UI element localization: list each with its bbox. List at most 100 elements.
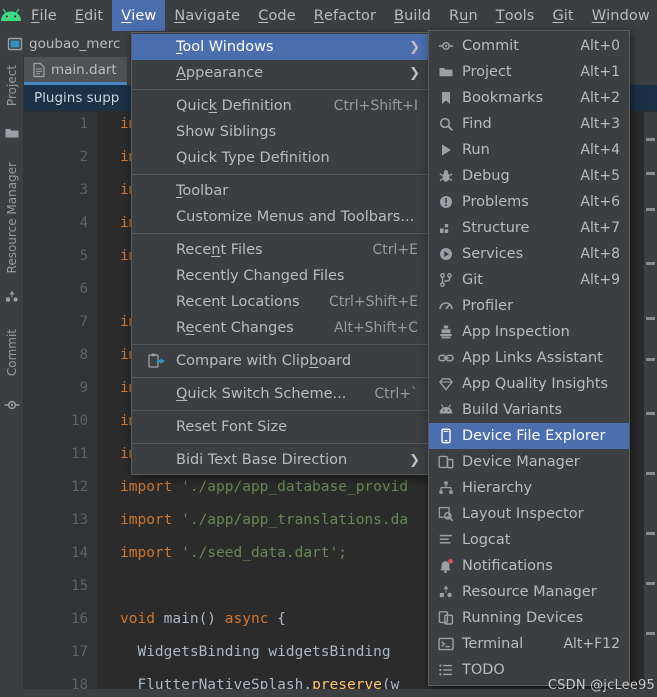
tool-window-item-notifications[interactable]: Notifications <box>429 553 629 579</box>
tool-window-item-terminal[interactable]: Terminal Alt+F12 <box>429 631 629 657</box>
tool-window-item-commit[interactable]: Commit Alt+0 <box>429 33 629 59</box>
tool-window-item-hierarchy[interactable]: Hierarchy <box>429 475 629 501</box>
view-menu-item-recent-locations[interactable]: Recent Locations Ctrl+Shift+E <box>132 289 428 315</box>
tool-window-item-project[interactable]: Project Alt+1 <box>429 59 629 85</box>
tool-window-label: Debug <box>462 168 510 184</box>
profiler-icon <box>437 298 454 314</box>
running-devices-icon <box>437 610 454 626</box>
tool-window-item-services[interactable]: Services Alt+8 <box>429 241 629 267</box>
line-number: 9 <box>79 380 88 396</box>
menu-separator <box>132 377 428 378</box>
tool-window-label: Build Variants <box>462 402 562 418</box>
view-menu-item-quick-type-definition[interactable]: Quick Type Definition <box>132 145 428 171</box>
menubar-item-git[interactable]: Git <box>543 0 582 31</box>
tool-window-shortcut: Alt+3 <box>580 116 620 132</box>
view-menu-item-recent-files[interactable]: Recent Files Ctrl+E <box>132 237 428 263</box>
menu-item-label: Recent Locations <box>176 294 300 310</box>
tool-window-shortcut: Alt+1 <box>580 64 620 80</box>
tool-window-item-debug[interactable]: Debug Alt+5 <box>429 163 629 189</box>
stripe-item-project-label[interactable]: Project <box>5 65 19 106</box>
menubar-item-file[interactable]: File <box>22 0 66 31</box>
view-menu-item-customize-menus-and-toolbars[interactable]: Customize Menus and Toolbars... <box>132 204 428 230</box>
view-menu-item-quick-definition[interactable]: Quick Definition Ctrl+Shift+I <box>132 93 428 119</box>
tool-window-label: Problems <box>462 194 529 210</box>
menu-separator <box>132 233 428 234</box>
tool-window-label: Git <box>462 272 483 288</box>
editor-gutter[interactable]: 1234567891011121314151617181920 <box>24 112 98 697</box>
menu-item-label: Customize Menus and Toolbars... <box>176 209 415 225</box>
view-menu-item-reset-font-size[interactable]: Reset Font Size <box>132 414 428 440</box>
tool-window-item-device-file-explorer[interactable]: Device File Explorer <box>429 423 629 449</box>
menubar-item-refactor[interactable]: Refactor <box>305 0 385 31</box>
tool-window-item-build-variants[interactable]: Build Variants <box>429 397 629 423</box>
menubar-item-build[interactable]: Build <box>385 0 440 31</box>
view-menu-item-tool-windows[interactable]: Tool Windows ❯ <box>132 34 428 60</box>
tool-window-item-problems[interactable]: Problems Alt+6 <box>429 189 629 215</box>
tool-window-item-profiler[interactable]: Profiler <box>429 293 629 319</box>
tool-window-label: Terminal <box>462 636 524 652</box>
commit-icon[interactable] <box>4 397 20 413</box>
menubar-item-view[interactable]: View <box>112 0 166 31</box>
menu-bar: File Edit View Navigate Code Refactor Build Ru n… <box>0 0 657 31</box>
android-icon <box>437 402 454 418</box>
view-menu-item-show-siblings[interactable]: Show Siblings <box>132 119 428 145</box>
menubar-item-code[interactable]: Code <box>249 0 305 31</box>
tool-window-item-resource-manager[interactable]: Resource Manager <box>429 579 629 605</box>
tool-window-item-app-links-assistant[interactable]: App Links Assistant <box>429 345 629 371</box>
tool-window-item-logcat[interactable]: Logcat <box>429 527 629 553</box>
app-inspection-icon <box>437 324 454 340</box>
view-menu-item-recently-changed-files[interactable]: Recently Changed Files <box>132 263 428 289</box>
line-number: 13 <box>71 512 88 528</box>
menubar-item-navigate[interactable]: Navigate <box>165 0 249 31</box>
todo-icon <box>437 662 454 678</box>
line-number: 10 <box>71 413 88 429</box>
view-menu-item-toolbar[interactable]: Toolbar <box>132 178 428 204</box>
tool-window-label: Run <box>462 142 490 158</box>
tool-window-item-structure[interactable]: Structure Alt+7 <box>429 215 629 241</box>
tool-window-item-app-inspection[interactable]: App Inspection <box>429 319 629 345</box>
line-number: 15 <box>71 578 88 594</box>
view-menu-item-bidi-text-base-direction[interactable]: Bidi Text Base Direction ❯ <box>132 447 428 473</box>
line-number: 12 <box>71 479 88 495</box>
tool-window-shortcut: Alt+5 <box>580 168 620 184</box>
menu-item-label: Reset Font Size <box>176 419 288 435</box>
editor-marker-scrollbar[interactable] <box>644 112 657 697</box>
tool-window-item-running-devices[interactable]: Running Devices <box>429 605 629 631</box>
menubar-item-window[interactable]: Window <box>583 0 657 31</box>
editor-tab-main-dart[interactable]: main.dart <box>24 57 127 85</box>
project-window-icon <box>7 36 23 52</box>
view-menu-item-quick-switch-scheme[interactable]: Quick Switch Scheme... Ctrl+` <box>132 381 428 407</box>
tool-window-item-device-manager[interactable]: Device Manager <box>429 449 629 475</box>
tool-window-item-find[interactable]: Find Alt+3 <box>429 111 629 137</box>
tool-window-label: Running Devices <box>462 610 584 626</box>
resource-manager-icon[interactable] <box>4 289 20 305</box>
tool-window-label: Commit <box>462 38 519 54</box>
tool-window-item-git[interactable]: Git Alt+9 <box>429 267 629 293</box>
warning-circle-icon <box>437 194 454 210</box>
tool-window-item-run[interactable]: Run Alt+4 <box>429 137 629 163</box>
hierarchy-icon <box>437 480 454 496</box>
view-menu-item-recent-changes[interactable]: Recent Changes Alt+Shift+C <box>132 315 428 341</box>
view-menu-item-compare-with-clipboard[interactable]: Compare with Clipboard <box>132 348 428 374</box>
structure-icon <box>437 220 454 236</box>
left-tool-stripe: Project Resource Manager Commit <box>0 57 24 697</box>
folder-icon[interactable] <box>4 125 20 141</box>
tool-window-label: App Inspection <box>462 324 570 340</box>
menubar-item-run[interactable]: Run <box>440 0 487 31</box>
stripe-item-resource-manager-label[interactable]: Resource Manager <box>5 162 19 273</box>
menubar-item-tools[interactable]: Tools <box>487 0 544 31</box>
terminal-icon <box>437 636 454 652</box>
code-line: void main() async { <box>120 611 286 627</box>
code-line: import './app/app_database_provid <box>120 479 409 495</box>
stripe-item-commit-label[interactable]: Commit <box>5 329 19 376</box>
tool-window-item-layout-inspector[interactable]: Layout Inspector <box>429 501 629 527</box>
tool-window-label: Device Manager <box>462 454 580 470</box>
tool-window-shortcut: Alt+6 <box>580 194 620 210</box>
diamond-icon <box>437 376 454 392</box>
tool-window-label: Find <box>462 116 492 132</box>
menubar-item-edit[interactable]: Edit <box>66 0 112 31</box>
view-menu-item-appearance[interactable]: Appearance ❯ <box>132 60 428 86</box>
tool-window-item-app-quality-insights[interactable]: App Quality Insights <box>429 371 629 397</box>
tool-window-item-bookmarks[interactable]: Bookmarks Alt+2 <box>429 85 629 111</box>
view-menu-dropdown: Tool Windows ❯ Appearance ❯ Quick Definition… <box>131 32 429 475</box>
